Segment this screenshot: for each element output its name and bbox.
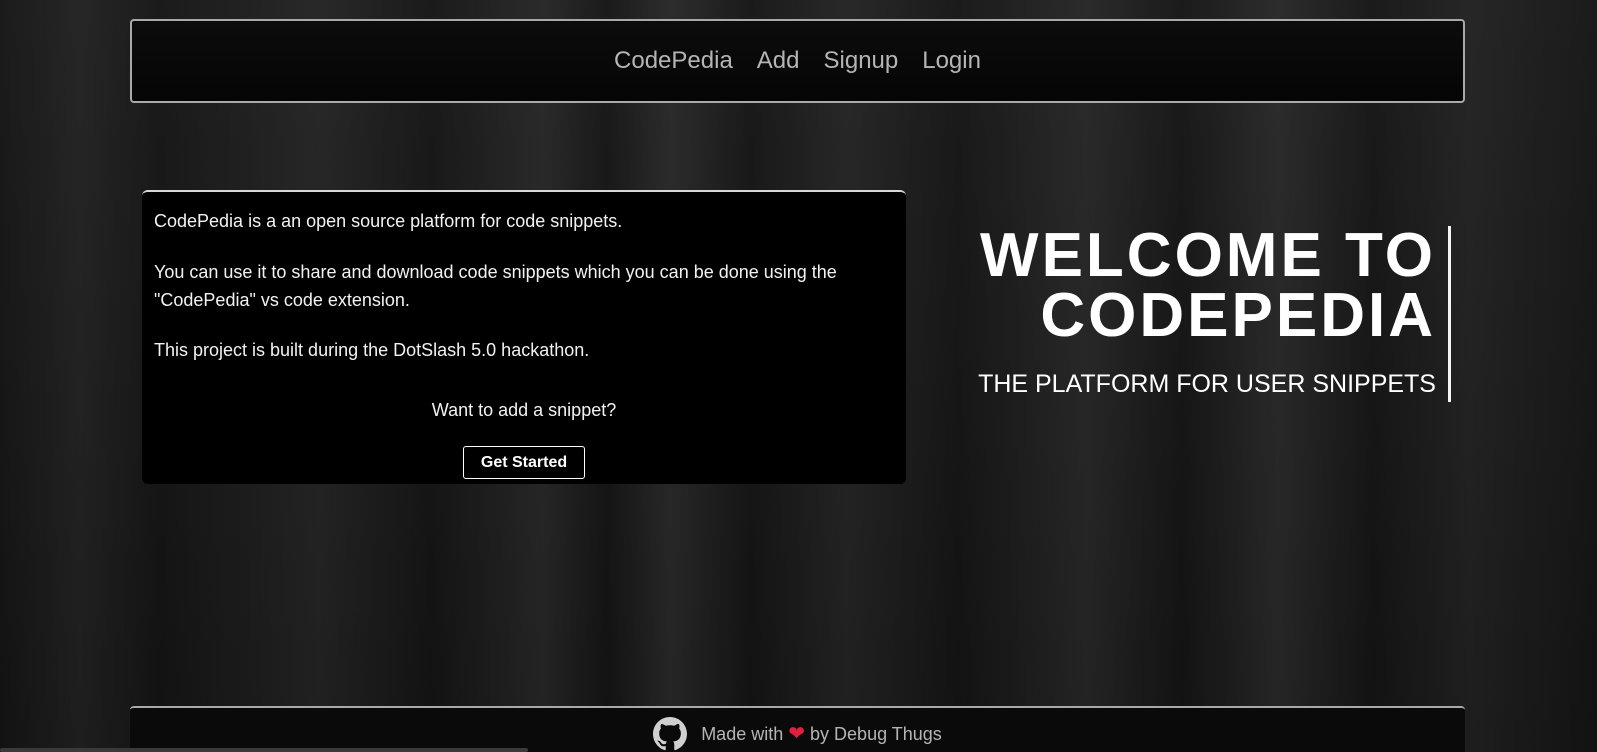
- about-paragraph-hackathon: This project is built during the DotSlas…: [154, 340, 590, 360]
- get-started-button[interactable]: Get Started: [463, 446, 585, 479]
- footer-author: by Debug Thugs: [810, 723, 942, 744]
- horizontal-scrollbar[interactable]: [0, 748, 528, 752]
- hero-title-line-2: CODEPEDIA: [1040, 281, 1436, 350]
- top-navbar: CodePedia Add Signup Login: [130, 19, 1465, 103]
- footer-made-with: Made with: [701, 723, 784, 744]
- footer: Made with ❤ by Debug Thugs: [130, 706, 1465, 752]
- about-card: CodePedia is a an open source platform f…: [142, 190, 906, 484]
- nav-link-signup[interactable]: Signup: [824, 47, 899, 75]
- hero-section: WELCOME TO CODEPEDIA THE PLATFORM FOR US…: [831, 225, 1451, 402]
- hero-title-line-1: WELCOME TO: [980, 221, 1436, 290]
- about-paragraph-usage: You can use it to share and download cod…: [154, 262, 837, 310]
- heart-icon: ❤: [788, 722, 806, 745]
- footer-credit: Made with ❤ by Debug Thugs: [701, 724, 942, 745]
- hero-title: WELCOME TO CODEPEDIA: [831, 225, 1436, 347]
- about-paragraph-intro: CodePedia is a an open source platform f…: [154, 211, 623, 231]
- nav-link-codepedia[interactable]: CodePedia: [614, 47, 733, 75]
- github-icon[interactable]: [653, 717, 688, 751]
- nav-link-add[interactable]: Add: [757, 47, 800, 75]
- footer-content: Made with ❤ by Debug Thugs: [130, 717, 1465, 751]
- cta-prompt: Want to add a snippet?: [431, 400, 617, 420]
- hero-subtitle: THE PLATFORM FOR USER SNIPPETS: [978, 370, 1436, 398]
- nav-link-login[interactable]: Login: [922, 47, 981, 75]
